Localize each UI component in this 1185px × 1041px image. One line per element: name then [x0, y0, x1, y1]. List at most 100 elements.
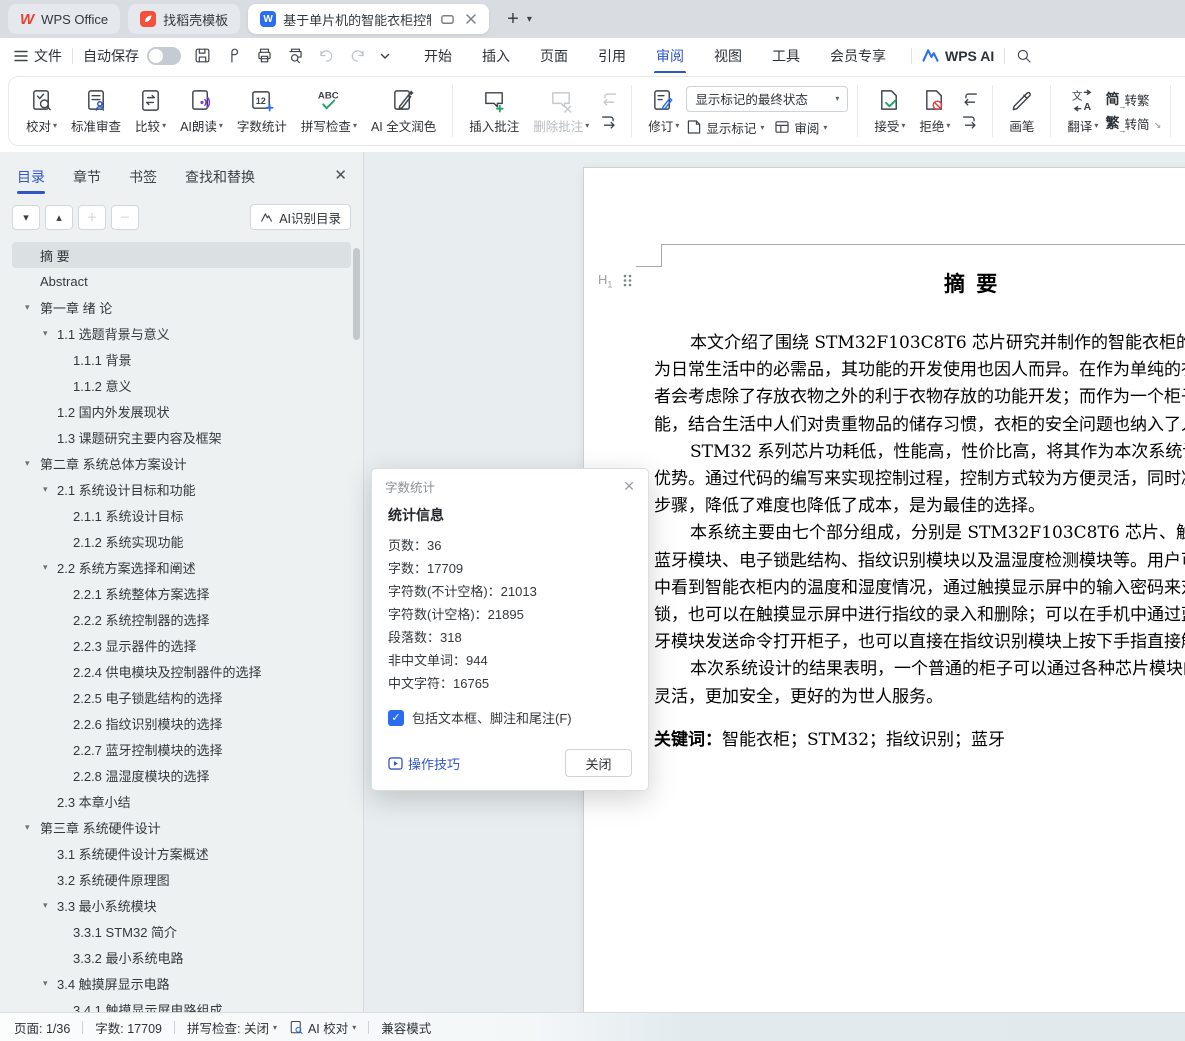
outline-item[interactable]: ▾ 3.3 最小系统模块 [12, 892, 351, 918]
restrict-editing-button-clipped[interactable]: 限 [1180, 110, 1185, 139]
collapse-arrow-icon[interactable]: ▾ [43, 328, 48, 339]
save-icon[interactable] [193, 46, 212, 65]
outline-item[interactable]: ▾ 第一章 绪 论 [12, 294, 351, 320]
outline-item[interactable]: ▾ 2.2.5 电子锁匙结构的选择 [12, 684, 351, 710]
outline-collapse-button[interactable]: － [111, 205, 139, 230]
tips-link[interactable]: 操作技巧 [388, 754, 460, 773]
outline-item[interactable]: ▾ 摘 要 [12, 242, 351, 268]
outline-item[interactable]: ▾ 2.2.3 显示器件的选择 [12, 632, 351, 658]
outline-item[interactable]: ▾ 2.1 系统设计目标和功能 [12, 476, 351, 502]
next-comment-icon[interactable] [600, 115, 618, 130]
new-tab-button[interactable]: + [507, 8, 519, 31]
previous-comment-icon[interactable] [600, 92, 618, 107]
compare-button[interactable]: 比较▾ [128, 83, 173, 140]
ai-proofread-status[interactable]: AI 校对▾ [289, 1018, 356, 1037]
word-count-indicator[interactable]: 字数: 17709 [95, 1018, 162, 1037]
outline-item[interactable]: ▾ 第三章 系统硬件设计 [12, 814, 351, 840]
sidebar-tab[interactable]: 章节 [72, 157, 102, 197]
ribbon-tab[interactable]: 工具 [770, 38, 802, 74]
undo-icon[interactable] [317, 46, 336, 65]
simplified-to-traditional-button[interactable]: 简→ 转繁 [1105, 89, 1149, 109]
file-menu-button[interactable]: 文件 [14, 46, 62, 66]
insert-comment-button[interactable]: 插入批注 [462, 83, 526, 140]
tab-wps-office[interactable]: W WPS Office [8, 4, 120, 34]
collapse-arrow-icon[interactable]: ▾ [43, 978, 48, 989]
tab-docer-templates[interactable]: 找稻壳模板 [128, 4, 240, 34]
word-count-button[interactable]: 12 字数统计 [230, 83, 294, 140]
print-icon[interactable] [255, 46, 274, 65]
next-change-icon[interactable] [961, 115, 979, 130]
outline-item[interactable]: ▾ 2.2 系统方案选择和阐述 [12, 554, 351, 580]
collapse-arrow-icon[interactable]: ▾ [25, 458, 30, 469]
outline-item[interactable]: ▾ 2.2.8 温湿度模块的选择 [12, 762, 351, 788]
outline-item[interactable]: ▾ 2.2.2 系统控制器的选择 [12, 606, 351, 632]
outline-item[interactable]: ▾ 2.1.1 系统设计目标 [12, 502, 351, 528]
delete-comment-button[interactable]: 删除批注▾ [526, 83, 596, 140]
sidebar-tab[interactable]: 查找和替换 [184, 157, 256, 197]
previous-change-icon[interactable] [961, 92, 979, 107]
reviewing-pane-button[interactable]: 审阅▾ [774, 118, 827, 137]
ribbon-tab[interactable]: 审阅 [654, 38, 686, 74]
ribbon-tab[interactable]: 会员专享 [828, 38, 888, 74]
outline-item[interactable]: ▾ 第二章 系统总体方案设计 [12, 450, 351, 476]
tab-list-caret-icon[interactable]: ▾ [527, 14, 532, 25]
ribbon-tab[interactable]: 开始 [422, 38, 454, 74]
sidebar-tab[interactable]: 书签 [128, 157, 158, 197]
collapse-arrow-icon[interactable]: ▾ [43, 484, 48, 495]
spell-check-status[interactable]: 拼写检查: 关闭▾ [187, 1018, 277, 1037]
ai-read-aloud-button[interactable]: AI朗读▾ [173, 83, 230, 140]
outline-item[interactable]: ▾ Abstract [12, 268, 351, 294]
comment-mode-icon[interactable] [440, 12, 455, 27]
accept-change-button[interactable]: 接受▾ [867, 83, 912, 140]
collapse-arrow-icon[interactable]: ▾ [25, 822, 30, 833]
outline-item[interactable]: ▾ 2.1.2 系统实现功能 [12, 528, 351, 554]
quick-access-caret-icon[interactable] [379, 50, 391, 62]
outline-item[interactable]: ▾ 2.2.6 指纹识别模块的选择 [12, 710, 351, 736]
redo-icon[interactable] [348, 46, 367, 65]
outline-item[interactable]: ▾ 2.3 本章小结 [12, 788, 351, 814]
outline-next-button[interactable]: ▾ [12, 205, 40, 230]
proofread-button[interactable]: 校对▾ [19, 83, 64, 140]
tab-current-document[interactable]: W 基于单片机的智能衣柜控制系 [248, 4, 489, 34]
outline-item[interactable]: ▾ 3.1 系统硬件设计方案概述 [12, 840, 351, 866]
outline-item[interactable]: ▾ 2.2.7 蓝牙控制模块的选择 [12, 736, 351, 762]
outline-item[interactable]: ▾ 1.2 国内外发展现状 [12, 398, 351, 424]
autosave-toggle[interactable] [147, 47, 181, 65]
spell-check-button[interactable]: ABC 拼写检查▾ [294, 83, 364, 140]
markup-state-select[interactable]: 显示标记的最终状态 ▾ [686, 86, 848, 112]
outline-item[interactable]: ▾ 2.2.4 供电模块及控制器件的选择 [12, 658, 351, 684]
outline-item[interactable]: ▾ 1.1.2 意义 [12, 372, 351, 398]
ai-polish-button[interactable]: AI 全文润色 [364, 83, 443, 140]
ai-recognize-outline-button[interactable]: AI识别目录 [250, 204, 351, 230]
outline-item[interactable]: ▾ 3.4 触摸屏显示电路 [12, 970, 351, 996]
outline-item[interactable]: ▾ 2.2.1 系统整体方案选择 [12, 580, 351, 606]
document-page[interactable]: H1 摘 要 本文介绍了围绕 STM32F103C8T6 芯片研究并制作的智能衣… [583, 167, 1185, 1012]
outline-expand-button[interactable]: ＋ [78, 205, 106, 230]
outline-item[interactable]: ▾ 3.3.1 STM32 简介 [12, 918, 351, 944]
ink-pen-button[interactable]: 画笔 [1002, 83, 1041, 140]
dialog-close-button[interactable]: 关闭 [565, 749, 632, 777]
print-preview-icon[interactable] [286, 46, 305, 65]
outline-item[interactable]: ▾ 1.1.1 背景 [12, 346, 351, 372]
outline-item[interactable]: ▾ 3.2 系统硬件原理图 [12, 866, 351, 892]
sidebar-scrollbar[interactable] [353, 248, 360, 340]
dialog-close-icon[interactable]: ✕ [623, 478, 635, 495]
standard-review-button[interactable]: 标准审查 [64, 83, 128, 140]
collapse-arrow-icon[interactable]: ▾ [43, 562, 48, 573]
translate-button[interactable]: 文A 翻译▾ [1060, 83, 1105, 140]
track-changes-button[interactable]: 修订▾ [641, 83, 686, 140]
show-markup-button[interactable]: 显示标记▾ [686, 118, 764, 137]
close-tab-icon[interactable] [465, 13, 477, 25]
ribbon-tab[interactable]: 视图 [712, 38, 744, 74]
ribbon-tab[interactable]: 插入 [480, 38, 512, 74]
outline-item[interactable]: ▾ 3.4.1 触摸显示屏电路组成 [12, 996, 351, 1012]
sidebar-tab[interactable]: 目录 [16, 157, 46, 197]
search-icon[interactable] [1015, 47, 1033, 65]
outline-item[interactable]: ▾ 1.1 选题背景与意义 [12, 320, 351, 346]
ribbon-tab[interactable]: 页面 [538, 38, 570, 74]
outline-item[interactable]: ▾ 3.3.2 最小系统电路 [12, 944, 351, 970]
traditional-to-simplified-button[interactable]: 繁→ 转简 [1105, 113, 1149, 133]
export-pdf-icon[interactable] [224, 46, 243, 65]
include-footnotes-checkbox[interactable]: ✓ [388, 710, 404, 726]
paragraph-drag-handle-icon[interactable] [622, 273, 633, 288]
